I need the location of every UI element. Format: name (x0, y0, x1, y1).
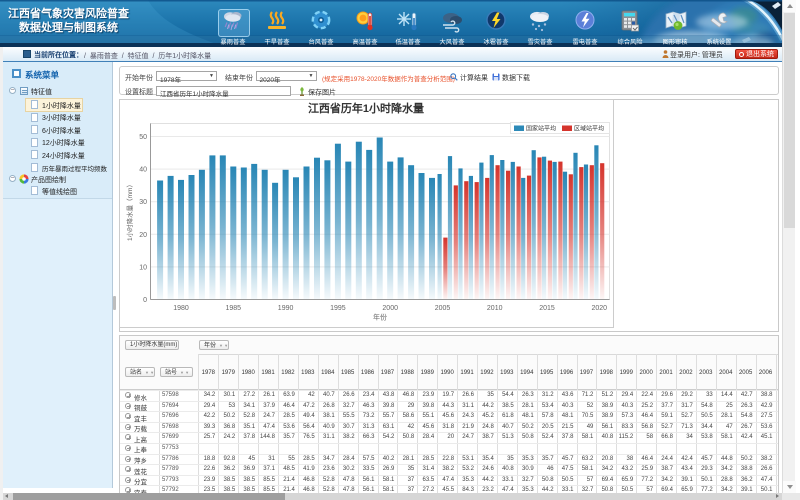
svg-text:1小时降水量（mm）: 1小时降水量（mm） (125, 181, 134, 241)
svg-text:1990: 1990 (278, 305, 294, 312)
svg-text:2000: 2000 (382, 305, 398, 312)
svg-text:1995: 1995 (330, 305, 346, 312)
svg-text:2010: 2010 (487, 305, 503, 312)
svg-text:40: 40 (139, 167, 147, 174)
svg-text:年份: 年份 (373, 313, 387, 322)
svg-text:1985: 1985 (226, 305, 242, 312)
svg-text:江西省历年1小时降水量: 江西省历年1小时降水量 (308, 101, 424, 115)
svg-text:1980: 1980 (173, 305, 189, 312)
svg-text:30: 30 (139, 199, 147, 206)
svg-text:0: 0 (143, 297, 147, 304)
svg-text:2020: 2020 (592, 305, 608, 312)
svg-text:国家站平均: 国家站平均 (526, 125, 556, 133)
svg-text:2015: 2015 (539, 305, 555, 312)
svg-text:10: 10 (139, 264, 147, 271)
svg-text:区域站平均: 区域站平均 (574, 125, 604, 133)
svg-text:50: 50 (139, 134, 147, 141)
svg-text:20: 20 (139, 232, 147, 239)
svg-text:2005: 2005 (435, 305, 451, 312)
